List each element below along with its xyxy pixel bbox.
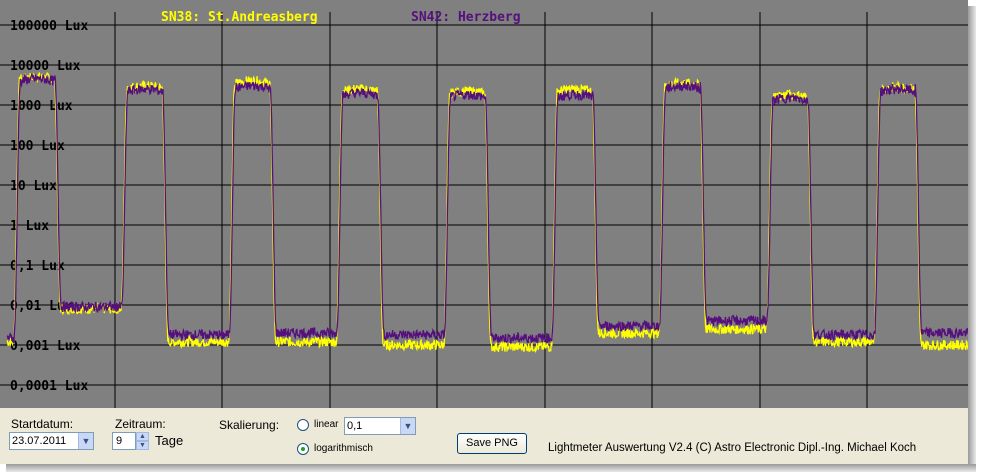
window-shadow-bottom	[6, 464, 976, 472]
legend-series-2: SN42: Herzberg	[411, 10, 521, 25]
startdatum-label: Startdatum:	[11, 417, 74, 431]
chart-legend: SN38: St.Andreasberg SN42: Herzberg	[161, 10, 521, 25]
startdatum-picker[interactable]: 23.07.2011 ▼	[9, 432, 94, 450]
series-line-1	[6, 72, 968, 354]
skalierung-label: Skalierung:	[219, 418, 280, 432]
y-tick-label: 10000 Lux	[10, 59, 81, 74]
app-window: 100000 Lux 10000 Lux 1000 Lux 100 Lux 10 Lux…	[0, 0, 968, 464]
save-png-button[interactable]: Save PNG	[457, 433, 527, 454]
arrow-down-icon[interactable]: ▼	[136, 441, 149, 450]
light-chart-area: 100000 Lux 10000 Lux 1000 Lux 100 Lux 10 Lux…	[0, 0, 968, 408]
linear-value: 0,1	[347, 420, 363, 432]
y-tick-label: 0,0001 Lux	[10, 379, 88, 394]
footer-text: Lightmeter Auswertung V2.4 (C) Astro Ele…	[548, 442, 917, 454]
y-tick-label: 0,001 Lux	[10, 339, 81, 354]
linear-value-select[interactable]: 0,1 ▼	[344, 417, 416, 435]
zeitraum-value: 9	[116, 435, 123, 447]
y-tick-label: 100000 Lux	[10, 19, 88, 34]
zeitraum-stepper[interactable]: ▲ ▼	[136, 432, 149, 450]
legend-series-1: SN38: St.Andreasberg	[161, 10, 318, 25]
zeitraum-label: Zeitraum:	[115, 417, 166, 431]
linear-label: linear	[314, 419, 339, 430]
window-shadow-right	[968, 6, 976, 468]
radio-logarithmisch[interactable]	[297, 443, 309, 455]
chart-series	[6, 72, 968, 354]
zeitraum-unit: Tage	[155, 433, 184, 448]
arrow-up-icon[interactable]: ▲	[136, 432, 149, 441]
chevron-down-icon[interactable]: ▼	[400, 418, 415, 434]
logarithmisch-label: logarithmisch	[314, 443, 373, 454]
lux-chart: 100000 Lux10000 Lux1000 Lux100 Lux10 Lux…	[0, 10, 968, 408]
startdatum-value: 23.07.2011	[12, 435, 67, 447]
y-tick-label: 0,1 Lux	[10, 259, 65, 274]
zeitraum-input[interactable]: 9	[112, 432, 136, 450]
chevron-down-icon[interactable]: ▼	[78, 433, 93, 449]
chart-grid	[0, 12, 968, 408]
radio-linear[interactable]	[297, 419, 309, 431]
